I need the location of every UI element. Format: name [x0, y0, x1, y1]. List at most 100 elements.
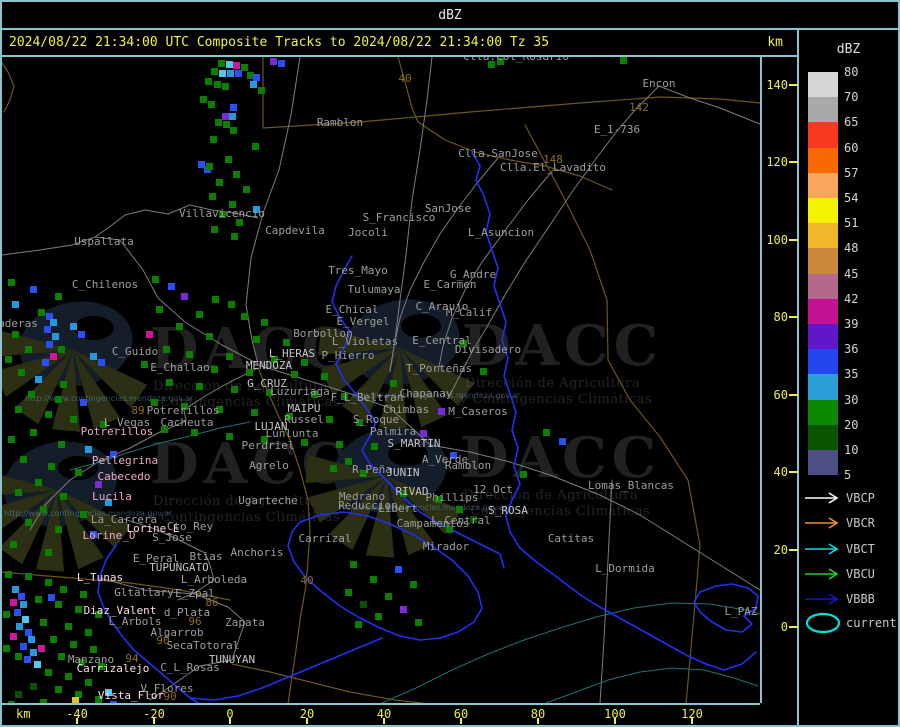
x-axis-tick — [306, 718, 308, 724]
scale-tick-label: 42 — [844, 291, 859, 306]
radar-echo-cell — [233, 62, 240, 69]
scale-swatch — [808, 324, 838, 350]
radar-echo-cell — [235, 70, 242, 77]
scale-swatch — [808, 399, 838, 425]
radar-echo-cell — [330, 465, 337, 472]
radar-echo-cell — [278, 60, 285, 67]
y-axis-tick-label: 20 — [773, 543, 788, 557]
radar-echo-cell — [85, 446, 92, 453]
radar-echo-cell — [212, 296, 219, 303]
radar-echo-cell — [40, 699, 47, 703]
x-axis-unit: km — [16, 707, 31, 721]
scale-tick-label: 51 — [844, 216, 859, 231]
x-axis-tick — [460, 718, 462, 724]
radar-echo-cell — [252, 143, 259, 150]
map-place-label: JUNIN — [386, 466, 419, 479]
radar-echo-cell — [395, 566, 402, 573]
map-place-label: Encon — [642, 77, 675, 90]
radar-echo-cell — [90, 646, 97, 653]
map-place-label: E_1-736 — [594, 123, 640, 136]
radar-echo-cell — [90, 353, 97, 360]
map-place-label: Ramblon — [317, 116, 363, 129]
map-place-label: Zapata — [225, 616, 265, 629]
x-axis-tick — [537, 718, 539, 724]
radar-echo-cell — [196, 311, 203, 318]
map-place-label: 40 — [300, 574, 313, 587]
map-place-label: P_Hierro — [322, 349, 375, 362]
y-axis-tick — [789, 394, 798, 396]
map-place-label: Clla.Col_Rosario — [463, 57, 569, 63]
radar-echo-cell — [350, 561, 357, 568]
map-place-label: Uspallata — [74, 235, 134, 248]
radar-echo-cell — [176, 323, 183, 330]
radar-echo-cell — [35, 479, 42, 486]
y-axis-tick — [789, 161, 798, 163]
radar-echo-cell — [181, 293, 188, 300]
stream-line — [545, 667, 759, 703]
radar-echo-cell — [8, 701, 15, 703]
map-place-label: SecaTotoral — [167, 639, 240, 652]
radar-echo-cell — [250, 81, 257, 88]
radar-echo-cell — [3, 611, 10, 618]
radar-echo-cell — [198, 161, 205, 168]
map-place-label: 94 — [125, 652, 139, 665]
map-place-label: S_Francisco — [363, 211, 436, 224]
radar-echo-cell — [12, 301, 19, 308]
radar-echo-cell — [205, 78, 212, 85]
radar-echo-cell — [375, 613, 382, 620]
radar-echo-cell — [438, 408, 445, 415]
legend-label: VBCU — [846, 567, 875, 581]
radar-echo-cell — [191, 429, 198, 436]
radar-echo-cell — [152, 276, 159, 283]
x-axis-tick — [229, 718, 231, 724]
map-place-label: S_MARTIN — [388, 437, 441, 450]
radar-echo-cell — [247, 72, 254, 79]
legend-label: VBCT — [846, 542, 875, 556]
radar-echo-cell — [12, 586, 19, 593]
radar-echo-cell — [28, 636, 35, 643]
radar-echo-cell — [270, 58, 277, 65]
radar-echo-cell — [38, 645, 45, 652]
scale-swatch — [808, 147, 838, 173]
legend-label: VBCP — [846, 491, 875, 505]
radar-echo-cell — [226, 353, 233, 360]
x-axis-tick — [76, 718, 78, 724]
y-axis-tick-label: 40 — [773, 465, 788, 479]
scale-tick-label: 30 — [844, 392, 859, 407]
y-axis-tick — [789, 471, 798, 473]
radar-echo-cell — [456, 506, 463, 513]
radar-echo-cell — [10, 633, 17, 640]
legend-label: VBCR — [846, 516, 875, 530]
scale-swatch — [808, 298, 838, 324]
radar-echo-cell — [241, 313, 248, 320]
map-place-label: Anchoris — [231, 546, 284, 559]
radar-echo-cell — [543, 429, 550, 436]
radar-echo-cell — [80, 511, 87, 518]
radar-echo-cell — [200, 96, 207, 103]
radar-echo-cell — [55, 396, 62, 403]
watermark-url: http://www.contingencias.mendoza.gov.ar — [25, 394, 194, 403]
scale-tick-label: 54 — [844, 191, 859, 205]
map-place-label: d_Plata — [164, 606, 210, 619]
radar-echo-cell — [156, 306, 163, 313]
radar-echo-cell — [420, 430, 427, 437]
track-arrow-icon-vbcu — [805, 568, 839, 580]
radar-echo-cell — [42, 359, 49, 366]
radar-echo-cell — [480, 368, 487, 375]
radar-echo-cell — [206, 163, 213, 170]
radar-echo-cell — [223, 121, 230, 128]
radar-echo-cell — [336, 441, 343, 448]
map-place-label: Clla.SanJose — [458, 147, 537, 160]
radar-echo-cell — [291, 371, 298, 378]
map-place-label: Clla.El_Lavadito — [500, 161, 606, 174]
radar-echo-cell — [233, 171, 240, 178]
radar-echo-cell — [80, 399, 87, 406]
map-place-label: TUNUYAN — [209, 653, 255, 666]
radar-echo-cell — [25, 346, 32, 353]
map-place-label: Tres_Mayo — [328, 264, 388, 277]
scale-swatch — [808, 424, 838, 450]
map-place-label: 90 — [163, 690, 176, 703]
radar-echo-cell — [370, 576, 377, 583]
radar-echo-cell — [345, 589, 352, 596]
map-place-label: Mirador — [423, 540, 470, 553]
